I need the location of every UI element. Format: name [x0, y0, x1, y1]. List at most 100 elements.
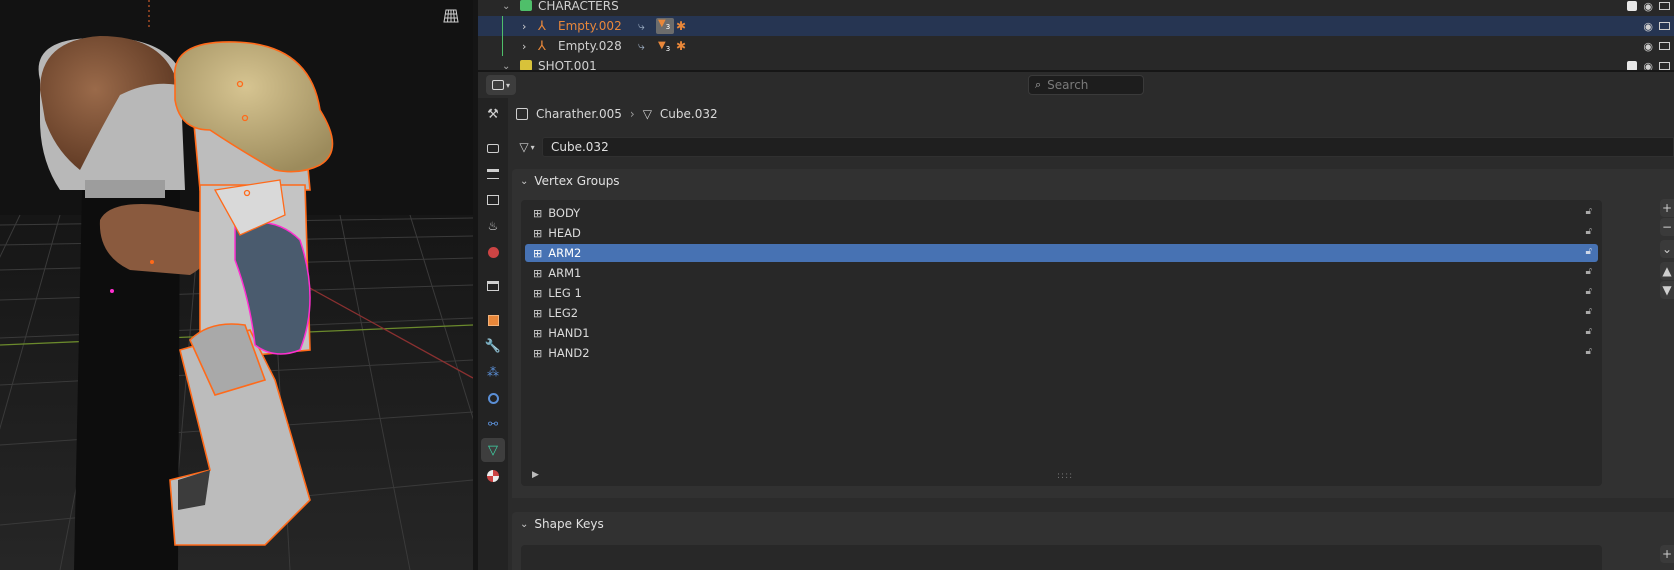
- unlock-icon[interactable]: 🔓︎: [1586, 346, 1592, 357]
- tab-material[interactable]: [481, 464, 505, 488]
- 3d-viewport[interactable]: [0, 0, 473, 570]
- properties-main: Charather.005 › ▽ Cube.032 ▽ ▾ Cube.032 …: [508, 98, 1674, 570]
- unlock-icon[interactable]: 🔓︎: [1586, 246, 1592, 257]
- tab-scene[interactable]: ♨: [481, 214, 505, 238]
- outliner-row-shot-001[interactable]: ⌄ SHOT.001 ◉: [478, 56, 1674, 70]
- unlock-icon[interactable]: 🔓︎: [1586, 226, 1592, 237]
- render-icon: [487, 143, 499, 153]
- chevron-right-icon[interactable]: ›: [522, 40, 526, 53]
- mesh-data-icon[interactable]: ▼3: [658, 40, 670, 53]
- list-item[interactable]: ⊞ ARM2 🔓︎: [525, 244, 1598, 262]
- constraint-icon: ⤷: [638, 38, 645, 53]
- vertex-groups-list[interactable]: ⊞ BODY 🔓︎ ⊞ HEAD 🔓︎ ⊞ ARM2 🔓︎ ⊞ ARM1 🔓︎ …: [521, 200, 1602, 486]
- monitor-icon[interactable]: [1659, 62, 1670, 70]
- breadcrumb: Charather.005 › ▽ Cube.032: [516, 104, 718, 124]
- unlock-icon[interactable]: 🔓︎: [1586, 326, 1592, 337]
- list-item[interactable]: ⊞ BODY 🔓︎: [525, 204, 1598, 222]
- vertex-group-side-buttons: + − ⌄ ▲ ▼: [1660, 199, 1674, 300]
- list-item[interactable]: ⊞ LEG2 🔓︎: [525, 304, 1598, 322]
- tab-world[interactable]: [481, 240, 505, 264]
- object-icon: [516, 108, 528, 120]
- chevron-down-icon[interactable]: ⌄: [502, 1, 510, 12]
- empty-object-icon: ⅄: [538, 18, 546, 34]
- tab-object[interactable]: [481, 308, 505, 332]
- vertex-group-icon: ⊞: [533, 226, 543, 240]
- eye-icon[interactable]: ◉: [1643, 60, 1653, 71]
- unlock-icon[interactable]: 🔓︎: [1586, 286, 1592, 297]
- image-icon: [487, 195, 499, 205]
- outliner-row-empty-028[interactable]: › ⅄ Empty.028 ⤷ ▼3 ✱ ◉: [478, 36, 1674, 56]
- unlock-icon[interactable]: 🔓︎: [1586, 266, 1592, 277]
- chevron-down-icon: ⌄: [520, 518, 529, 530]
- checkbox-icon[interactable]: [1627, 1, 1638, 11]
- shape-keys-panel-header[interactable]: ⌄ Shape Keys: [512, 512, 1674, 536]
- outliner-label: Empty.002: [558, 19, 622, 33]
- list-item[interactable]: ⊞ HEAD 🔓︎: [525, 224, 1598, 242]
- mesh-data-icon[interactable]: ▼3: [656, 18, 674, 34]
- collection-icon: [520, 0, 532, 11]
- collection-icon: [520, 60, 532, 70]
- tab-mesh-data[interactable]: ▽: [481, 438, 505, 462]
- chevron-down-icon: ▾: [505, 80, 510, 90]
- tab-output[interactable]: [481, 162, 505, 186]
- list-item[interactable]: ⊞ LEG 1 🔓︎: [525, 284, 1598, 302]
- tab-render[interactable]: [481, 136, 505, 160]
- vertex-group-specials-button[interactable]: ⌄: [1660, 240, 1674, 258]
- unlock-icon[interactable]: 🔓︎: [1586, 206, 1592, 217]
- breadcrumb-mesh[interactable]: Cube.032: [660, 107, 718, 121]
- eye-icon[interactable]: ◉: [1643, 20, 1653, 33]
- tab-tool[interactable]: ⚒: [481, 102, 505, 126]
- list-item-label: LEG 1: [548, 286, 582, 300]
- list-resize-grip[interactable]: ::::: [1057, 471, 1073, 481]
- chevron-down-icon[interactable]: ⌄: [502, 61, 510, 71]
- tab-modifiers[interactable]: 🔧: [481, 334, 505, 358]
- outliner-row-empty-002[interactable]: › ⅄ Empty.002 ⤷ ▼3 ✱ ◉: [478, 16, 1674, 56]
- chevron-right-icon[interactable]: ›: [522, 20, 526, 33]
- mesh-browse-dropdown[interactable]: ▽ ▾: [512, 137, 542, 157]
- list-item[interactable]: ⊞ HAND1 🔓︎: [525, 324, 1598, 342]
- move-down-button[interactable]: ▼: [1660, 281, 1674, 299]
- outliner-row-characters[interactable]: ⌄ CHARACTERS ◉: [478, 0, 1674, 16]
- monitor-icon[interactable]: [1659, 42, 1670, 50]
- eye-icon[interactable]: ◉: [1643, 40, 1653, 53]
- search-input[interactable]: ⌕ Search: [1028, 75, 1144, 95]
- physics-icon: [487, 392, 499, 404]
- material-icon: [487, 470, 499, 482]
- printer-icon: [487, 169, 499, 179]
- add-shape-key-button[interactable]: +: [1660, 545, 1674, 563]
- outliner: ⌄ CHARACTERS ◉ › ⅄ Empty.002 ⤷ ▼3 ✱ ◉ › …: [478, 0, 1674, 70]
- list-item-label: ARM1: [548, 266, 582, 280]
- checkbox-icon[interactable]: [1627, 61, 1638, 70]
- mesh-datablock-row: ▽ ▾ Cube.032: [512, 136, 1674, 158]
- mesh-name-field[interactable]: Cube.032: [542, 137, 1674, 157]
- eye-icon[interactable]: ◉: [1643, 0, 1653, 13]
- wrench-icon: 🔧: [484, 338, 502, 354]
- monitor-icon[interactable]: [1659, 2, 1670, 10]
- move-up-button[interactable]: ▲: [1660, 262, 1674, 280]
- shape-keys-list[interactable]: [521, 545, 1602, 570]
- properties-tabs: ⚒ ♨ 🔧 ⁂ ⚯ ▽: [478, 98, 508, 570]
- tab-collection[interactable]: [481, 274, 505, 298]
- add-vertex-group-button[interactable]: +: [1660, 199, 1674, 217]
- vertex-groups-panel-header[interactable]: ⌄ Vertex Groups: [512, 169, 1674, 193]
- tab-physics[interactable]: [481, 386, 505, 410]
- breadcrumb-object[interactable]: Charather.005: [536, 107, 622, 121]
- remove-vertex-group-button[interactable]: −: [1660, 218, 1674, 236]
- armature-icon: ✱: [676, 19, 687, 33]
- editor-type-dropdown[interactable]: ▾: [486, 75, 516, 95]
- unlock-icon[interactable]: 🔓︎: [1586, 306, 1592, 317]
- tab-particles[interactable]: ⁂: [481, 360, 505, 384]
- tab-view-layer[interactable]: [481, 188, 505, 212]
- tab-constraints[interactable]: ⚯: [481, 412, 505, 436]
- shape-key-side-buttons: +: [1660, 545, 1674, 564]
- list-item[interactable]: ⊞ ARM1 🔓︎: [525, 264, 1598, 282]
- panel-title: Shape Keys: [534, 517, 604, 531]
- viewport-scene[interactable]: [0, 0, 473, 570]
- vertex-group-icon: ⊞: [533, 326, 543, 340]
- list-item-label: HAND2: [548, 346, 590, 360]
- list-item-label: BODY: [548, 206, 581, 220]
- monitor-icon[interactable]: [1659, 22, 1670, 30]
- filter-options-toggle[interactable]: ▶: [532, 470, 539, 480]
- list-item[interactable]: ⊞ HAND2 🔓︎: [525, 344, 1598, 362]
- toggle-camera-view-button[interactable]: [439, 4, 463, 28]
